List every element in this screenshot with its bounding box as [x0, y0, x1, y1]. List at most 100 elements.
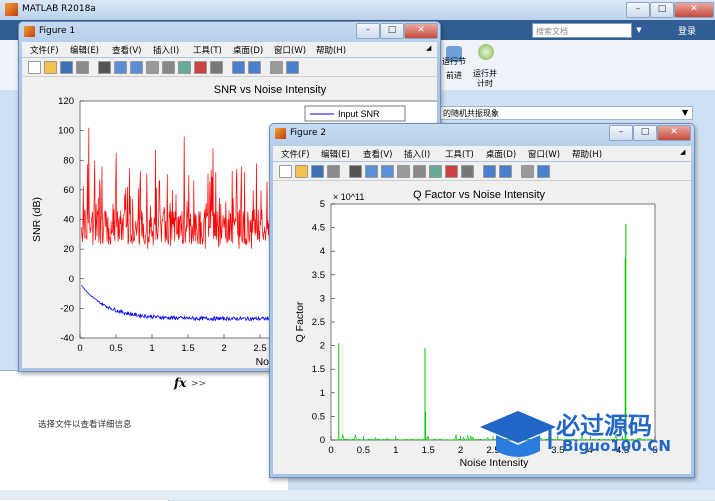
y-tick-label: 60 [63, 185, 74, 196]
figure-1-close-button[interactable]: ✕ [404, 23, 438, 39]
y-tick-label: 80 [63, 155, 74, 166]
menu-help[interactable]: 帮助(H) [316, 44, 346, 56]
x-tick-label: 1.5 [181, 343, 194, 354]
graduation-cap-icon [480, 411, 556, 457]
rotate-icon[interactable] [162, 61, 175, 74]
fx-icon: fx [174, 376, 187, 390]
brush-icon[interactable] [194, 61, 207, 74]
menu-help[interactable]: 帮助(H) [572, 148, 602, 160]
figure-2-minimize-button[interactable]: – [609, 125, 633, 141]
x-tick-label: 0 [328, 445, 333, 456]
pointer-icon[interactable] [98, 61, 111, 74]
legend-label: Input SNR [338, 109, 380, 119]
y-tick-label: 0 [69, 274, 74, 285]
x-tick-label: 0.5 [357, 445, 370, 456]
new-file-icon[interactable] [28, 61, 41, 74]
pointer-icon[interactable] [349, 165, 362, 178]
figure-1-toolbar [22, 58, 437, 77]
figure-2-toolbar [273, 162, 691, 181]
y-tick-label: 5 [320, 199, 325, 210]
menu-desktop[interactable]: 桌面(D) [233, 44, 263, 56]
x-tick-label: 1.5 [422, 445, 435, 456]
advance-button[interactable]: 前进 [441, 71, 467, 81]
file-details-panel [0, 370, 169, 501]
legend-icon[interactable] [499, 165, 512, 178]
pan-icon[interactable] [397, 165, 410, 178]
y-tick-label: -20 [60, 303, 74, 314]
current-folder-path[interactable]: 的随机共振现象 [438, 106, 693, 120]
x-tick-label: 1 [393, 445, 398, 456]
menu-desktop[interactable]: 桌面(D) [486, 148, 516, 160]
zoom-in-icon[interactable] [365, 165, 378, 178]
menu-insert[interactable]: 插入(I) [404, 148, 430, 160]
link-icon[interactable] [210, 61, 223, 74]
command-prompt: >> [191, 379, 207, 389]
data-cursor-icon[interactable] [429, 165, 442, 178]
menubar-arrow-icon[interactable]: ◢ [680, 148, 685, 156]
figure-1-maximize-button[interactable]: □ [380, 23, 404, 39]
zoom-out-icon[interactable] [381, 165, 394, 178]
pan-icon[interactable] [146, 61, 159, 74]
menu-edit[interactable]: 编辑(E) [70, 44, 99, 56]
maximize-button[interactable]: □ [650, 2, 674, 18]
matlab-logo-icon [5, 3, 18, 16]
y-tick-label: 3.5 [312, 270, 325, 281]
chevron-down-icon[interactable]: ▼ [682, 108, 688, 117]
open-file-icon[interactable] [44, 61, 57, 74]
y-axis-label: Q Factor [294, 301, 306, 342]
zoom-out-icon[interactable] [130, 61, 143, 74]
legend-icon[interactable] [248, 61, 261, 74]
chart-title: Q Factor vs Noise Intensity [413, 189, 546, 201]
figure-1-minimize-button[interactable]: – [356, 23, 380, 39]
y-tick-label: -40 [60, 333, 74, 344]
menu-tools[interactable]: 工具(T) [445, 148, 474, 160]
close-button[interactable]: ✕ [674, 2, 714, 18]
colorbar-icon[interactable] [483, 165, 496, 178]
run-and-time-button[interactable]: 运行并 计时 [468, 69, 502, 89]
y-axis-label: SNR (dB) [31, 197, 43, 242]
menu-edit[interactable]: 编辑(E) [321, 148, 350, 160]
y-tick-label: 120 [58, 96, 74, 107]
x-tick-label: 1 [149, 343, 154, 354]
menu-window[interactable]: 窗口(W) [528, 148, 560, 160]
colorbar-icon[interactable] [232, 61, 245, 74]
show-plot-tools-icon[interactable] [286, 61, 299, 74]
figure-2-close-button[interactable]: ✕ [657, 125, 691, 141]
link-icon[interactable] [461, 165, 474, 178]
y-scale-label: × 10^11 [333, 192, 364, 202]
print-icon[interactable] [76, 61, 89, 74]
chart-title: SNR vs Noise Intensity [214, 84, 327, 96]
search-dropdown-icon[interactable]: ▼ [633, 23, 645, 38]
menubar-arrow-icon[interactable]: ◢ [426, 44, 431, 52]
menu-file[interactable]: 文件(F) [30, 44, 59, 56]
menu-tools[interactable]: 工具(T) [193, 44, 222, 56]
print-icon[interactable] [327, 165, 340, 178]
rotate-icon[interactable] [413, 165, 426, 178]
hide-plot-tools-icon[interactable] [270, 61, 283, 74]
menu-view[interactable]: 查看(V) [112, 44, 141, 56]
search-input[interactable]: 搜索文档 [532, 23, 632, 38]
status-bar [0, 490, 715, 500]
y-tick-label: 2.5 [312, 317, 325, 328]
save-icon[interactable] [60, 61, 73, 74]
show-plot-tools-icon[interactable] [537, 165, 550, 178]
x-tick-label: 0.5 [109, 343, 122, 354]
open-file-icon[interactable] [295, 165, 308, 178]
run-section-button[interactable]: 运行节 [441, 57, 467, 67]
brush-icon[interactable] [445, 165, 458, 178]
login-link[interactable]: 登录 [678, 24, 696, 37]
x-tick-label: 2 [458, 445, 463, 456]
run-and-time-icon[interactable] [478, 44, 494, 60]
menu-view[interactable]: 查看(V) [363, 148, 392, 160]
save-icon[interactable] [311, 165, 324, 178]
menu-insert[interactable]: 插入(I) [153, 44, 179, 56]
zoom-in-icon[interactable] [114, 61, 127, 74]
minimize-button[interactable]: – [626, 2, 650, 18]
menu-window[interactable]: 窗口(W) [274, 44, 306, 56]
hide-plot-tools-icon[interactable] [521, 165, 534, 178]
figure-2-maximize-button[interactable]: □ [633, 125, 657, 141]
new-file-icon[interactable] [279, 165, 292, 178]
y-tick-label: 0.5 [312, 411, 325, 422]
menu-file[interactable]: 文件(F) [281, 148, 310, 160]
data-cursor-icon[interactable] [178, 61, 191, 74]
